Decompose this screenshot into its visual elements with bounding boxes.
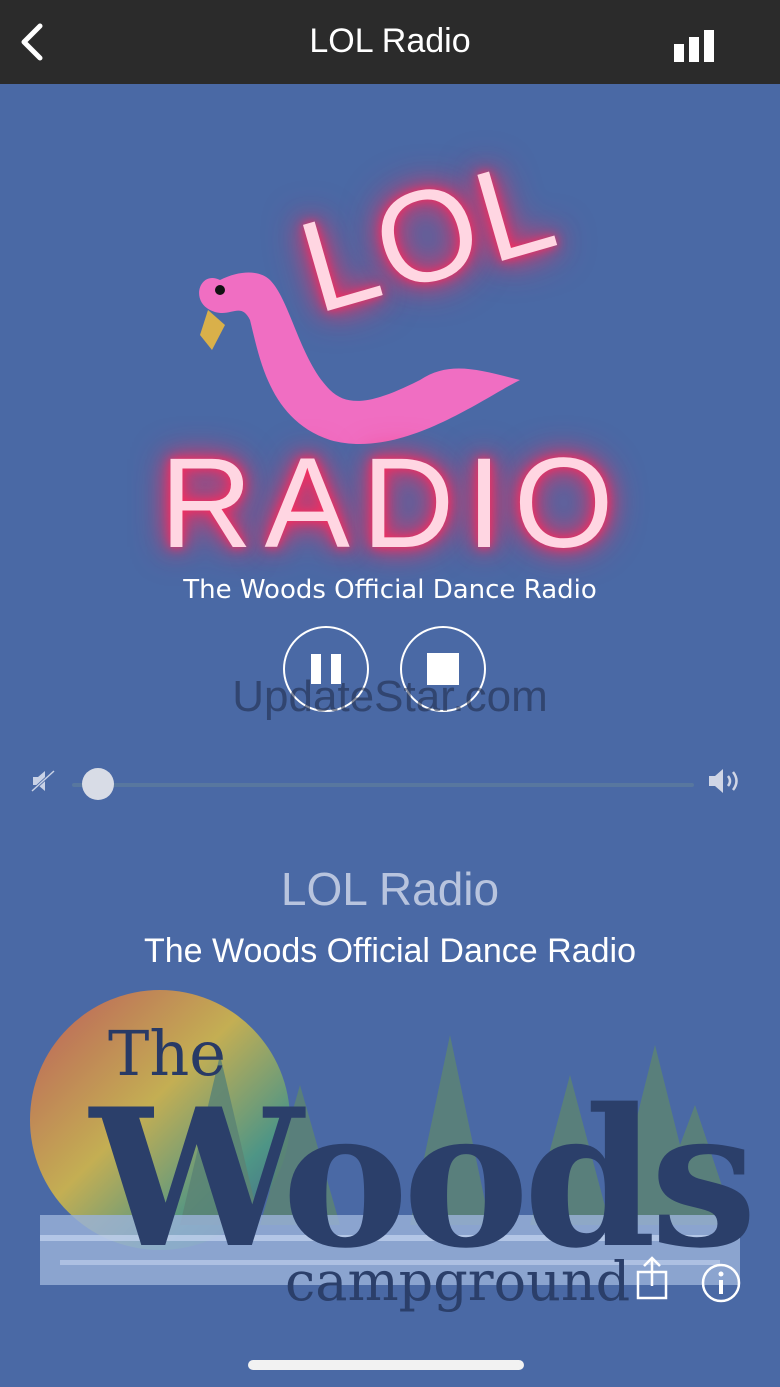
- station-name: LOL Radio: [280, 863, 500, 915]
- page-title: LOL Radio: [309, 22, 471, 60]
- volume-mute-icon[interactable]: [30, 768, 56, 794]
- flamingo-illustration: [199, 272, 520, 445]
- watermark: UpdateStar.com: [232, 672, 548, 721]
- signal-bars-icon[interactable]: [670, 28, 718, 62]
- artwork-campground-text: campground: [285, 1250, 630, 1313]
- volume-slider-track[interactable]: [72, 783, 694, 787]
- player-subtitle: The Woods Official Dance Radio: [183, 575, 597, 605]
- home-indicator[interactable]: [248, 1360, 524, 1370]
- share-icon[interactable]: [632, 1256, 672, 1300]
- volume-slider-thumb[interactable]: [82, 768, 115, 800]
- station-description: The Woods Official Dance Radio: [144, 932, 636, 970]
- top-bar: LOL Radio: [0, 0, 780, 84]
- info-icon[interactable]: [700, 1262, 742, 1304]
- logo-radio-text: RADIO: [160, 432, 626, 575]
- volume-loud-icon[interactable]: [706, 766, 746, 796]
- station-logo: LOL RADIO: [140, 129, 640, 580]
